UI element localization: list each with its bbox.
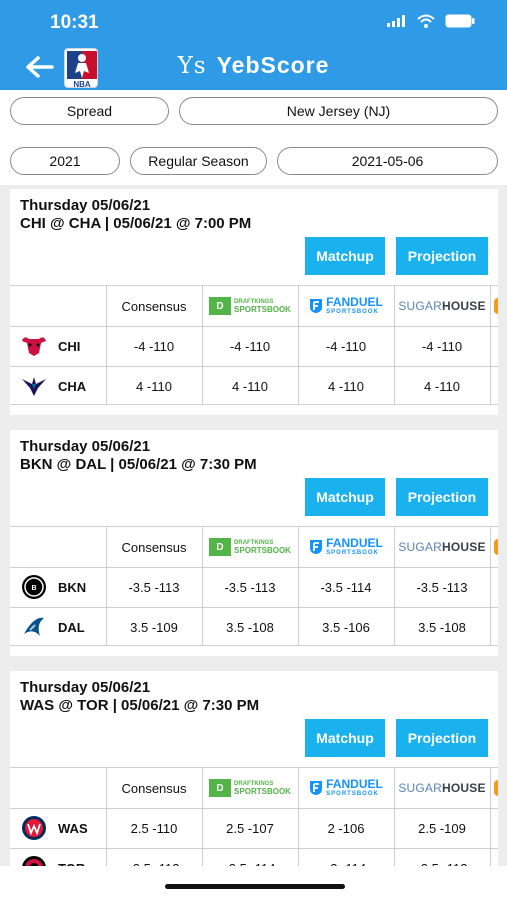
next-book-partial-icon (494, 286, 498, 326)
fanduel-shield-icon (310, 299, 323, 313)
header-sugarhouse: SUGARHOUSE (398, 540, 486, 554)
svg-text:NBA: NBA (73, 80, 91, 88)
odds-cell-draftkings[interactable]: 2.5 -107 (202, 808, 298, 848)
status-icons (387, 14, 475, 28)
team-abbr: CHI (58, 338, 81, 354)
odds-table: Consensus D DRAFTKINGS SPORTSBOOK FANDUEL SPO… (10, 526, 498, 646)
odds-cell-fanduel[interactable]: 3.5 -106 (298, 607, 394, 645)
game-day: Thursday 05/06/21 (20, 197, 151, 214)
team-cell: WAS (10, 808, 106, 848)
wifi-icon (417, 14, 435, 28)
odds-cell-sugarhouse[interactable]: 2.5 -109 (394, 808, 490, 848)
season-select[interactable]: 2021 (10, 147, 120, 175)
odds-cell-consensus[interactable]: -4 -110 (106, 326, 202, 366)
app-brand: Ys YebScore (0, 52, 507, 79)
team-cell: CHA (10, 366, 106, 404)
header-sugarhouse: SUGARHOUSE (398, 781, 486, 795)
odds-cell-sugarhouse[interactable]: -3.5 -113 (394, 567, 490, 607)
game-matchup: CHI @ CHA | 05/06/21 @ 7:00 PM (20, 215, 252, 232)
team-logo-icon (20, 815, 48, 841)
game-day: Thursday 05/06/21 (20, 438, 151, 455)
odds-cell-draftkings[interactable]: 3.5 -108 (202, 607, 298, 645)
state-select[interactable]: New Jersey (NJ) (179, 97, 498, 125)
header-draftkings: D DRAFTKINGS SPORTSBOOK (202, 527, 298, 567)
season-type-select[interactable]: Regular Season (130, 147, 267, 175)
projection-button[interactable]: Projection (396, 237, 488, 275)
matchup-button[interactable]: Matchup (305, 719, 385, 757)
header-fanduel: FANDUEL SPORTSBOOK (298, 527, 394, 567)
svg-text:B: B (31, 585, 36, 592)
odds-cell-fanduel[interactable]: -4 -110 (298, 326, 394, 366)
status-time: 10:31 (50, 12, 99, 33)
odds-cell-fanduel[interactable]: -3.5 -114 (298, 567, 394, 607)
game-matchup: WAS @ TOR | 05/06/21 @ 7:30 PM (20, 697, 260, 714)
team-abbr: CHA (58, 378, 87, 394)
team-logo-icon: B (20, 574, 48, 600)
odds-cell-consensus[interactable]: 2.5 -110 (106, 808, 202, 848)
team-cell: DAL (10, 607, 106, 645)
matchup-button[interactable]: Matchup (305, 237, 385, 275)
header-fanduel: FANDUEL SPORTSBOOK (298, 286, 394, 326)
bet-type-select[interactable]: Spread (10, 97, 169, 125)
odds-cell-sugarhouse[interactable]: 4 -110 (394, 366, 490, 404)
team-logo-icon (20, 373, 48, 399)
team-cell: B BKN (10, 567, 106, 607)
draftkings-logo-icon: D (209, 779, 232, 797)
battery-icon (445, 14, 475, 28)
team-abbr: BKN (58, 579, 87, 595)
team-cell: CHI (10, 326, 106, 366)
odds-cell-sugarhouse[interactable]: 3.5 -108 (394, 607, 490, 645)
next-book-partial-icon (494, 527, 498, 567)
game-matchup: BKN @ DAL | 05/06/21 @ 7:30 PM (20, 456, 257, 473)
odds-cell-consensus[interactable]: 4 -110 (106, 366, 202, 404)
fanduel-shield-icon (310, 781, 323, 795)
odds-cell-sugarhouse[interactable]: -4 -110 (394, 326, 490, 366)
team-logo-icon (20, 614, 48, 640)
team-logo-icon (20, 333, 48, 359)
game-day: Thursday 05/06/21 (20, 679, 151, 696)
bottom-bar (0, 866, 507, 900)
odds-cell-draftkings[interactable]: -4 -110 (202, 326, 298, 366)
team-abbr: DAL (58, 619, 85, 635)
team-abbr: WAS (58, 820, 88, 836)
header-consensus: Consensus (121, 298, 187, 314)
signal-icon (387, 15, 405, 27)
header-consensus: Consensus (121, 780, 187, 796)
draftkings-logo-icon: D (209, 297, 232, 315)
odds-cell-consensus[interactable]: 3.5 -109 (106, 607, 202, 645)
header-draftkings: D DRAFTKINGS SPORTSBOOK (202, 286, 298, 326)
odds-cell-fanduel[interactable]: 2 -106 (298, 808, 394, 848)
brand-name: YebScore (216, 52, 330, 78)
odds-table: Consensus D DRAFTKINGS SPORTSBOOK FANDUEL SPO… (10, 285, 498, 405)
game-card: Thursday 05/06/21 CHI @ CHA | 05/06/21 @ … (10, 189, 498, 415)
game-card: Thursday 05/06/21 WAS @ TOR | 05/06/21 @ … (10, 671, 498, 897)
matchup-button[interactable]: Matchup (305, 478, 385, 516)
home-indicator[interactable] (165, 884, 345, 889)
header-sugarhouse: SUGARHOUSE (398, 299, 486, 313)
next-book-partial-icon (494, 768, 498, 808)
fanduel-shield-icon (310, 540, 323, 554)
header-draftkings: D DRAFTKINGS SPORTSBOOK (202, 768, 298, 808)
odds-cell-fanduel[interactable]: 4 -110 (298, 366, 394, 404)
header-fanduel: FANDUEL SPORTSBOOK (298, 768, 394, 808)
header-consensus: Consensus (121, 539, 187, 555)
draftkings-logo-icon: D (209, 538, 232, 556)
odds-cell-draftkings[interactable]: -3.5 -113 (202, 567, 298, 607)
projection-button[interactable]: Projection (396, 478, 488, 516)
projection-button[interactable]: Projection (396, 719, 488, 757)
brand-mark: Ys (177, 53, 207, 79)
date-select[interactable]: 2021-05-06 (277, 147, 498, 175)
odds-cell-consensus[interactable]: -3.5 -113 (106, 567, 202, 607)
game-card: Thursday 05/06/21 BKN @ DAL | 05/06/21 @ … (10, 430, 498, 656)
app-bar: 10:31 NBA Ys YebScore (0, 0, 507, 90)
odds-cell-draftkings[interactable]: 4 -110 (202, 366, 298, 404)
